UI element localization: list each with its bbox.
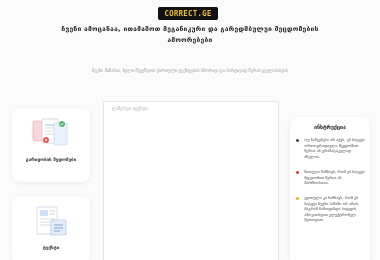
card-label: გარიყობის შედომები	[25, 158, 77, 163]
neutral-dot-icon	[296, 138, 300, 142]
correct-ge-logo[interactable]: CORRECT.GE	[158, 7, 218, 20]
instruction-item: წითელი ნიშნავს, რომ ეს სიტყვა შეცდომით წ…	[296, 169, 366, 186]
card-label: ტექსტი	[42, 246, 60, 251]
instruction-item: ყვითელი კი ნიშნავს, რომ ეს სიტყვა ჩვენი …	[296, 195, 366, 223]
card-text[interactable]: ტექსტი	[12, 196, 90, 260]
red-dot-icon	[296, 170, 300, 174]
text-editor[interactable]	[103, 101, 279, 260]
instruction-text: ყვითელი კი ნიშნავს, რომ ეს სიტყვა ჩვენი …	[304, 195, 360, 223]
yellow-dot-icon	[296, 196, 300, 200]
page-subtitle: ჩვენი მიზანია, ხელი შევუწყოთ ქართული ტექ…	[92, 69, 288, 74]
instruction-text: ოუ ნაჩვენება არ აქვს, ეს სიტყვა ორთოგრაფ…	[304, 137, 365, 159]
logo-text: CORRECT.GE	[164, 9, 212, 18]
instructions-panel: ინსტრუქცია ოუ ნაჩვენება არ აქვს, ეს სიტყ…	[290, 117, 370, 260]
card-spelling-errors[interactable]: გარიყობის შედომები	[12, 108, 90, 182]
blog-page-icon	[36, 206, 67, 236]
instruction-item: ოუ ნაჩვენება არ აქვს, ეს სიტყვა ორთოგრაფ…	[296, 137, 366, 159]
documents-icon	[32, 118, 68, 146]
instructions-title: ინსტრუქცია	[314, 125, 346, 131]
page-headline: ჩვენი ამოცანაა, ითამაშოთ მეგანიკური და გ…	[61, 25, 319, 44]
instruction-text: წითელი ნიშნავს, რომ ეს სიტყვა შეცდომით წ…	[304, 169, 365, 186]
text-input[interactable]	[104, 102, 278, 260]
